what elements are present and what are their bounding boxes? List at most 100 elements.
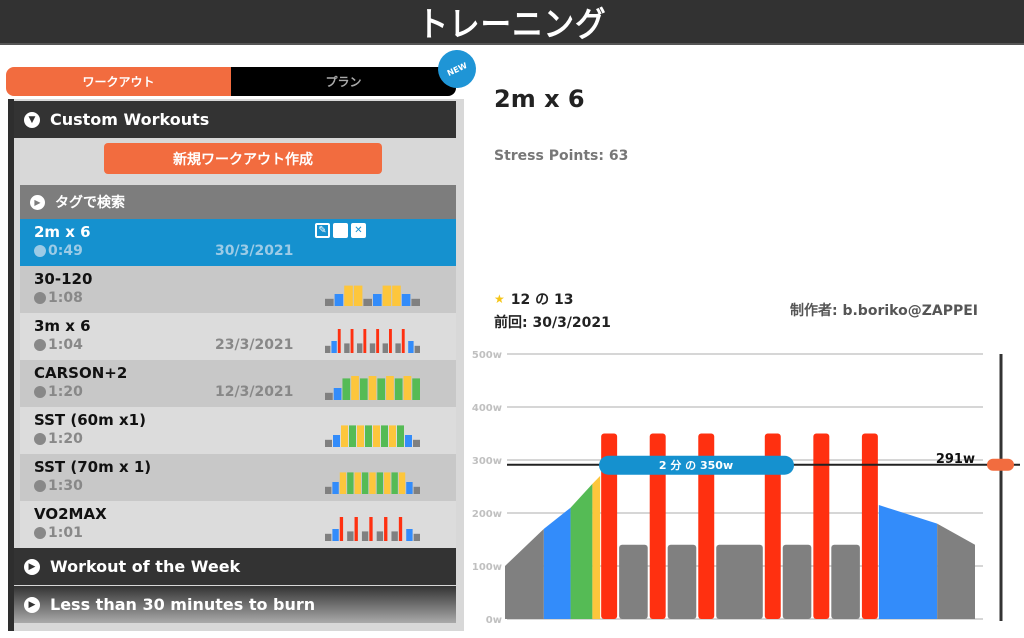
workout-row[interactable]: 30-120 1:08 — [20, 266, 456, 313]
preview-bar — [373, 294, 382, 306]
workout-power-chart: 0w 100w 200w 300w 400w 500w 291w 2 分 の 350w — [472, 350, 1020, 626]
clock-icon — [34, 433, 46, 445]
workout-row[interactable]: 3m x 6 1:04 23/3/2021 — [20, 313, 456, 360]
preview-bar — [368, 376, 377, 400]
preview-bar — [332, 529, 339, 541]
workout-row[interactable]: VO2MAX 1:01 — [20, 501, 456, 548]
workout-name: SST (70m x 1) — [34, 458, 152, 476]
recovery-bar — [667, 544, 697, 619]
workout-name: CARSON+2 — [34, 364, 128, 382]
duration-text: 1:20 — [48, 384, 83, 400]
tab-plans[interactable]: プラン — [231, 67, 456, 96]
preview-bar — [350, 329, 354, 353]
clock-icon — [34, 292, 46, 304]
preview-bar — [398, 472, 406, 494]
chevron-right-icon: ▶ — [24, 558, 40, 575]
section-workout-of-week[interactable]: ▶ Workout of the Week — [14, 548, 456, 585]
preview-bar — [344, 343, 350, 353]
preview-bar — [391, 472, 398, 494]
workout-duration: 1:04 — [34, 337, 83, 353]
workout-date: 23/3/2021 — [215, 337, 294, 353]
preview-bar — [325, 439, 332, 447]
edit-icon[interactable]: ✎ — [315, 223, 330, 238]
interval-bar — [813, 433, 830, 619]
recovery-bar — [619, 544, 648, 619]
preview-bar — [325, 298, 334, 306]
preview-bar — [325, 392, 333, 400]
page-title: トレーニング — [417, 5, 607, 45]
preview-bar — [401, 329, 405, 353]
preview-bar — [376, 329, 380, 353]
workout-duration: 0:49 — [34, 243, 83, 259]
tag-search-toggle[interactable]: ▶ タグで検索 — [20, 185, 456, 219]
preview-bar — [412, 378, 420, 400]
workout-preview — [325, 376, 420, 400]
preview-bar — [398, 517, 403, 541]
preview-bar — [413, 533, 420, 541]
preview-bar — [342, 378, 351, 400]
y-tick-label: 0w — [486, 615, 502, 626]
workout-date: 30/3/2021 — [215, 243, 294, 259]
preview-bar — [389, 425, 396, 447]
interval-tooltip-text: 2 分 の 350w — [659, 458, 733, 472]
preview-bar — [357, 343, 363, 353]
preview-bar — [392, 285, 401, 306]
workout-duration: 1:01 — [34, 525, 83, 541]
rating-text: 12 の 13 — [510, 292, 574, 308]
section-label: Less than 30 minutes to burn — [50, 595, 316, 614]
preview-bar — [363, 329, 367, 353]
workout-row[interactable]: SST (60m x1) 1:20 — [20, 407, 456, 454]
y-tick-label: 400w — [472, 403, 502, 414]
preview-bar — [357, 425, 364, 447]
preview-bar — [391, 531, 398, 541]
ftp-slider-handle[interactable] — [987, 458, 1014, 471]
preview-bar — [337, 329, 341, 353]
y-tick-label: 500w — [472, 350, 502, 361]
chevron-down-icon: ▼ — [24, 111, 40, 128]
preview-bar — [405, 435, 412, 447]
ramp-segment — [878, 505, 938, 619]
workout-row[interactable]: CARSON+2 1:20 12/3/2021 — [20, 360, 456, 407]
y-tick-label: 300w — [472, 456, 502, 467]
workout-preview — [325, 285, 420, 306]
clock-icon — [34, 480, 46, 492]
preview-bar — [363, 298, 372, 306]
section-less-than-30[interactable]: ▶ Less than 30 minutes to burn — [14, 586, 456, 623]
workout-preview — [325, 425, 420, 447]
preview-bar — [406, 529, 413, 541]
preview-bar — [325, 533, 332, 541]
preview-bar — [382, 343, 388, 353]
preview-bar — [369, 517, 373, 541]
workout-preview — [325, 329, 420, 353]
preview-bar — [353, 285, 363, 306]
preview-bar — [408, 341, 414, 353]
duration-text: 1:04 — [48, 337, 83, 353]
clock-icon — [34, 245, 46, 257]
duration-text: 1:20 — [48, 431, 83, 447]
workout-row[interactable]: 2m x 6 0:49 30/3/2021 ✎ ✕ — [20, 219, 456, 266]
ramp-segment — [592, 475, 601, 619]
preview-bar — [361, 531, 369, 541]
create-workout-button[interactable]: 新規ワークアウト作成 — [104, 143, 382, 174]
delete-icon[interactable]: ✕ — [351, 223, 366, 238]
copy-icon[interactable] — [333, 223, 348, 238]
chevron-right-icon: ▶ — [30, 194, 45, 210]
tab-workouts[interactable]: ワークアウト — [6, 67, 231, 96]
preview-bar — [414, 345, 420, 353]
clock-icon — [34, 339, 46, 351]
preview-bar — [331, 341, 337, 353]
preview-bar — [333, 435, 340, 447]
y-tick-label: 200w — [472, 509, 502, 520]
preview-bar — [332, 482, 339, 494]
workout-preview — [325, 472, 420, 494]
ramp-segment — [937, 523, 975, 619]
ramp-segment — [543, 507, 571, 619]
recovery-bar — [716, 544, 763, 619]
workout-list: 2m x 6 0:49 30/3/2021 ✎ ✕ 30-120 1:08 3m x … — [20, 219, 456, 548]
preview-bar — [359, 378, 368, 400]
stress-points: Stress Points: 63 — [494, 148, 629, 164]
preview-bar — [339, 517, 344, 541]
title-bar: トレーニング — [0, 0, 1024, 45]
workout-row[interactable]: SST (70m x 1) 1:30 — [20, 454, 456, 501]
section-custom-workouts[interactable]: ▼ Custom Workouts — [14, 101, 456, 138]
